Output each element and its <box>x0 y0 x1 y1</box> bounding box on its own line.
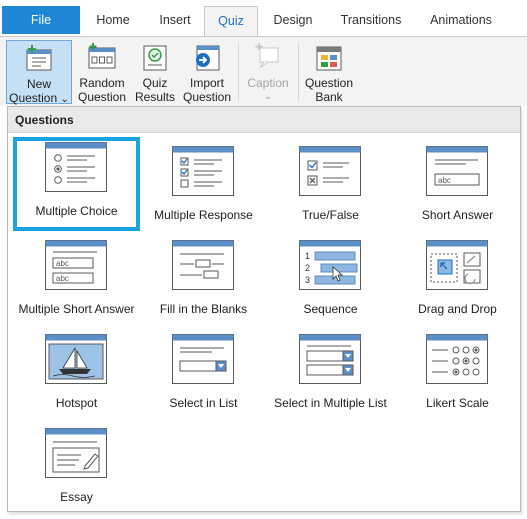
chevron-down-icon: ⌄ <box>263 91 273 102</box>
hotspot-icon <box>45 334 107 384</box>
gallery-item-select-in-multiple-list[interactable]: Select in Multiple List <box>267 329 394 423</box>
thumb-text: 3 <box>305 275 310 285</box>
import-question-label-2: Question <box>182 90 232 104</box>
gallery-item-multiple-short-answer[interactable]: abc abc Multiple Short Answer <box>13 235 140 329</box>
gallery-item-short-answer[interactable]: abc Short Answer <box>394 141 521 235</box>
question-bank-label-2: Bank <box>315 90 343 104</box>
gallery-item-true-false[interactable]: True/False <box>267 141 394 235</box>
ribbon-tab-bar: File Home Insert Quiz Design Transitions… <box>0 0 527 37</box>
new-question-icon <box>26 45 52 71</box>
gallery-item-sequence[interactable]: 1 2 3 Sequence <box>267 235 394 329</box>
random-question-label-1: Random <box>79 76 125 90</box>
ribbon-separator <box>238 43 239 101</box>
gallery-item-hotspot[interactable]: Hotspot <box>13 329 140 423</box>
tab-transitions[interactable]: Transitions <box>328 6 414 36</box>
gallery-item-label: Multiple Response <box>154 208 253 222</box>
gallery-item-multiple-choice[interactable]: Multiple Choice <box>13 137 140 231</box>
quiz-results-button[interactable]: Quiz Results <box>132 40 178 104</box>
gallery-item-label: Select in List <box>169 396 238 410</box>
gallery-item-likert-scale[interactable]: Likert Scale <box>394 329 521 423</box>
gallery-item-label: Select in Multiple List <box>274 396 387 410</box>
gallery-item-label: Hotspot <box>55 396 98 410</box>
gallery-heading: Questions <box>8 107 520 133</box>
tab-animations[interactable]: Animations <box>418 6 504 36</box>
thumb-text: abc <box>56 274 69 283</box>
gallery-item-label: Short Answer <box>421 208 494 222</box>
new-question-gallery: Questions Multiple Choice Multiple Respo… <box>7 106 521 512</box>
gallery-item-multiple-response[interactable]: Multiple Response <box>140 141 267 235</box>
thumb-text: abc <box>438 176 451 185</box>
import-question-button[interactable]: Import Question <box>180 40 234 104</box>
quiz-results-label-2: Results <box>134 90 175 104</box>
random-question-button[interactable]: Random Question <box>75 40 129 104</box>
caption-icon <box>255 43 279 69</box>
chevron-down-icon: ⌄ <box>60 94 69 105</box>
random-question-label-2: Question <box>77 90 127 104</box>
gallery-item-fill-in-the-blanks[interactable]: Fill in the Blanks <box>140 235 267 329</box>
fill-in-the-blanks-icon <box>172 240 234 290</box>
gallery-item-label: Essay <box>60 490 93 504</box>
thumb-text: 2 <box>305 263 310 273</box>
gallery-item-label: Multiple Short Answer <box>18 302 135 316</box>
sequence-icon: 1 2 3 <box>299 240 361 290</box>
quiz-results-icon <box>143 45 167 71</box>
select-in-multiple-list-icon <box>299 334 361 384</box>
caption-button[interactable]: Caption ⌄ <box>242 40 294 104</box>
gallery-item-label: True/False <box>302 208 359 222</box>
tab-home[interactable]: Home <box>84 6 142 36</box>
thumb-text: abc <box>56 259 69 268</box>
multiple-response-icon <box>172 146 234 196</box>
thumb-text: 1 <box>305 251 310 261</box>
gallery-item-label: Drag and Drop <box>418 302 497 316</box>
gallery-item-label: Sequence <box>303 302 358 316</box>
gallery-item-label: Fill in the Blanks <box>159 302 248 316</box>
new-question-label-2: Question ⌄ <box>9 91 69 105</box>
multiple-short-answer-icon: abc abc <box>45 240 107 290</box>
select-in-list-icon <box>172 334 234 384</box>
tab-design[interactable]: Design <box>262 6 324 36</box>
gallery-item-drag-and-drop[interactable]: Drag and Drop <box>394 235 521 329</box>
quiz-results-label-1: Quiz <box>142 76 168 90</box>
question-bank-button[interactable]: Question Bank <box>302 40 356 104</box>
gallery-item-essay[interactable]: Essay <box>13 423 140 517</box>
gallery-item-label: Likert Scale <box>426 396 489 410</box>
caption-label: Caption <box>247 76 289 90</box>
new-question-label-1: New <box>26 77 51 91</box>
gallery-item-select-in-list[interactable]: Select in List <box>140 329 267 423</box>
drag-and-drop-icon <box>426 240 488 290</box>
new-question-button[interactable]: New Question ⌄ <box>6 40 72 105</box>
question-bank-label-1: Question <box>304 76 354 90</box>
tab-quiz[interactable]: Quiz <box>204 6 258 37</box>
import-question-icon <box>196 45 220 71</box>
tab-insert[interactable]: Insert <box>146 6 204 36</box>
random-question-icon <box>88 43 116 69</box>
multiple-choice-icon <box>45 142 107 192</box>
true-false-icon <box>299 146 361 196</box>
likert-scale-icon <box>426 334 488 384</box>
import-question-label-1: Import <box>189 76 224 90</box>
question-bank-icon <box>316 46 342 71</box>
gallery-item-label: Multiple Choice <box>35 204 118 218</box>
tab-file[interactable]: File <box>2 6 80 34</box>
essay-icon <box>45 428 107 478</box>
quiz-ribbon: New Question ⌄ Random Question Quiz Resu… <box>0 36 527 106</box>
ribbon-separator <box>298 43 299 101</box>
short-answer-icon: abc <box>426 146 488 196</box>
